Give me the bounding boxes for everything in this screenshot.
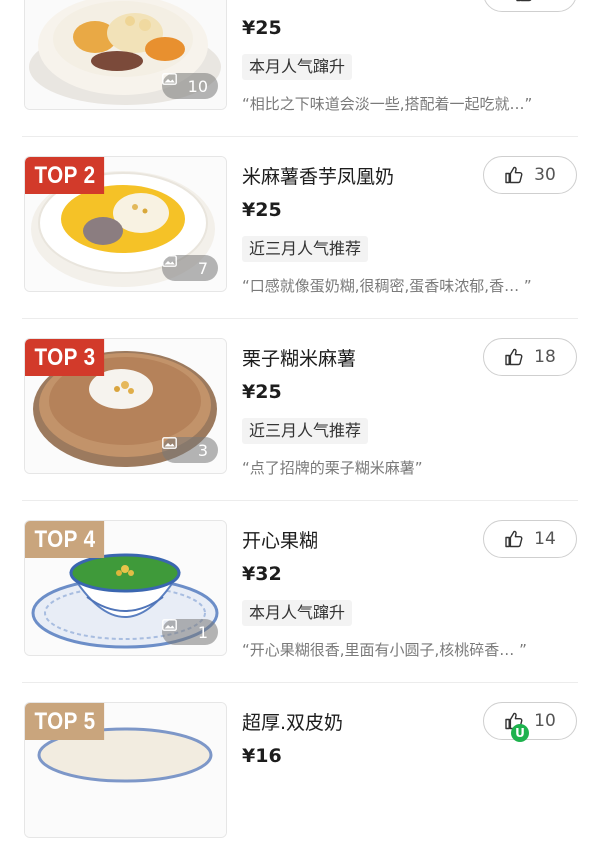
dish-name[interactable]: 超厚.双皮奶 <box>242 708 343 735</box>
review-quote: “口感就像蛋奶糊,很稠密,蛋香味浓郁,香… ” <box>242 277 532 295</box>
like-count: 14 <box>534 529 556 549</box>
floating-u-badge[interactable]: U <box>511 724 529 742</box>
list-item[interactable]: 10 ¥25 本月人气蹿升 “相比之下味道会淡一些,搭配着一起吃就…” <box>0 0 600 137</box>
review-quote: “点了招牌的栗子糊米麻薯” <box>242 459 423 477</box>
dish-price: ¥25 <box>242 199 282 221</box>
popularity-tag: 本月人气蹿升 <box>242 600 353 626</box>
image-icon <box>162 255 177 267</box>
thumbs-up-icon <box>505 530 523 548</box>
rank-badge: TOP 2 <box>25 157 105 194</box>
image-count-badge[interactable]: 7 <box>162 255 218 281</box>
popularity-tag: 近三月人气推荐 <box>242 236 369 262</box>
review-quote: “相比之下味道会淡一些,搭配着一起吃就…” <box>242 95 533 113</box>
image-count: 3 <box>197 440 208 460</box>
like-count: 10 <box>534 711 556 731</box>
thumbs-up-icon <box>516 0 532 2</box>
review-quote: “开心果糊很香,里面有小圆子,核桃碎香… ” <box>242 641 527 659</box>
rank-badge: TOP 3 <box>25 339 105 376</box>
image-count-badge[interactable]: 1 <box>162 619 218 645</box>
rank-badge: TOP 4 <box>25 521 105 558</box>
list-item[interactable]: TOP 5 超厚.双皮奶 ¥16 10 <box>0 683 600 865</box>
image-count-badge[interactable]: 10 <box>162 73 218 99</box>
like-button[interactable]: 14 <box>483 520 577 558</box>
image-count: 10 <box>187 76 208 96</box>
dish-price: ¥25 <box>242 17 282 39</box>
thumbs-up-icon <box>505 166 523 184</box>
list-item[interactable]: TOP 2 7 米麻薯香芋凤凰奶 ¥25 近三月人气推荐 “口感就像蛋奶糊,很稠… <box>0 137 600 319</box>
like-count: 30 <box>534 165 556 185</box>
dish-ranking-list: 10 ¥25 本月人气蹿升 “相比之下味道会淡一些,搭配着一起吃就…” TOP … <box>0 0 600 865</box>
dish-photo[interactable]: TOP 2 7 <box>24 156 227 292</box>
image-icon <box>162 73 177 85</box>
image-count: 7 <box>197 258 208 278</box>
like-button[interactable] <box>483 0 577 12</box>
like-button[interactable]: 10 <box>483 702 577 740</box>
dish-name[interactable]: 栗子糊米麻薯 <box>242 344 356 371</box>
list-item[interactable]: TOP 3 3 栗子糊米麻薯 ¥25 近三月人气推荐 “点了招牌的栗子糊米麻薯”… <box>0 319 600 501</box>
popularity-tag: 本月人气蹿升 <box>242 54 353 80</box>
image-icon <box>162 619 177 631</box>
dish-name[interactable]: 米麻薯香芋凤凰奶 <box>242 162 394 189</box>
dish-name[interactable]: 开心果糊 <box>242 526 318 553</box>
dish-price: ¥32 <box>242 563 282 585</box>
list-item[interactable]: TOP 4 1 开心果糊 ¥32 本月人气蹿升 “开心果糊很香,里面有小圆子,核… <box>0 501 600 683</box>
image-count: 1 <box>197 622 208 642</box>
dish-photo[interactable]: TOP 3 3 <box>24 338 227 474</box>
dish-price: ¥16 <box>242 745 282 767</box>
rank-badge: TOP 5 <box>25 703 105 740</box>
dish-photo[interactable]: TOP 5 <box>24 702 227 838</box>
like-button[interactable]: 30 <box>483 156 577 194</box>
like-button[interactable]: 18 <box>483 338 577 376</box>
dish-photo[interactable]: TOP 4 1 <box>24 520 227 656</box>
dish-photo[interactable]: 10 <box>24 0 227 110</box>
thumbs-up-icon <box>505 348 523 366</box>
popularity-tag: 近三月人气推荐 <box>242 418 369 444</box>
like-count: 18 <box>534 347 556 367</box>
image-count-badge[interactable]: 3 <box>162 437 218 463</box>
image-icon <box>162 437 177 449</box>
dish-price: ¥25 <box>242 381 282 403</box>
